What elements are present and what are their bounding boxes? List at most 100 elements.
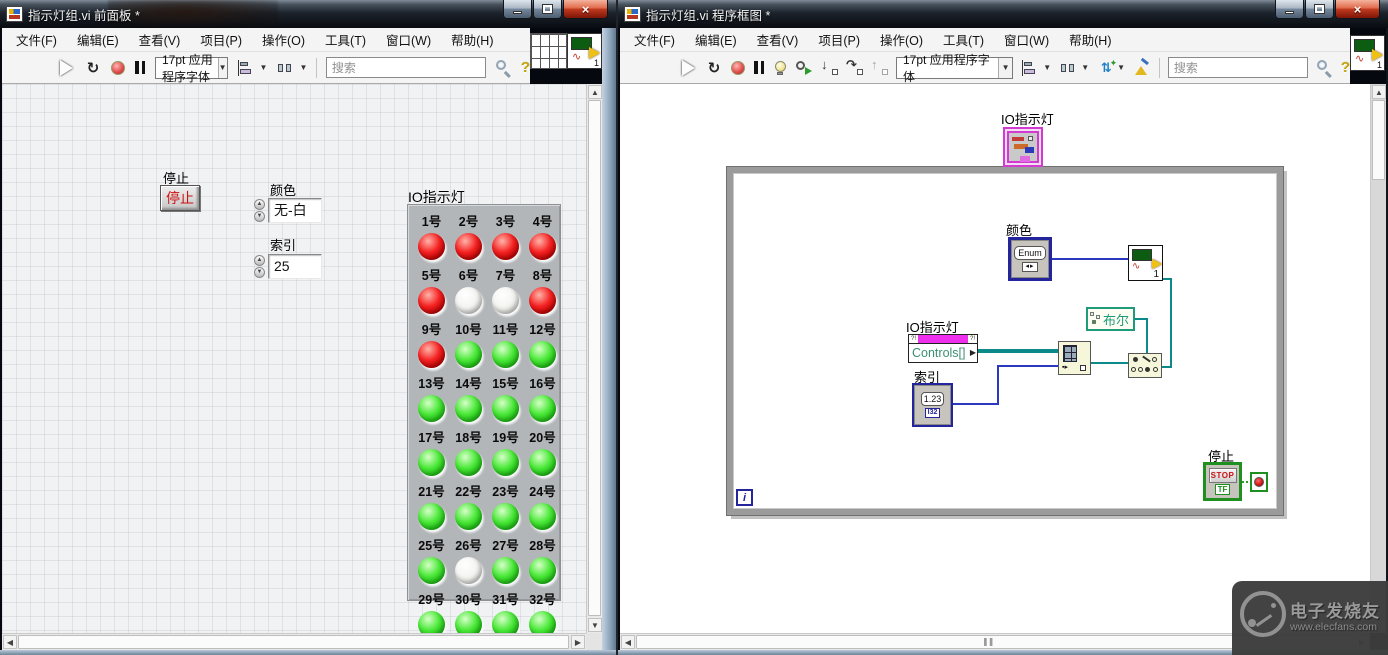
led-indicator-green[interactable]: [418, 503, 445, 530]
led-indicator-red[interactable]: [529, 233, 556, 260]
led-indicator-white[interactable]: [492, 287, 519, 314]
close-button[interactable]: ×: [563, 0, 608, 19]
menu-item-3[interactable]: 项目(P): [190, 28, 252, 51]
menu-item-0[interactable]: 文件(F): [6, 28, 67, 51]
block-diagram-canvas[interactable]: IO指示灯 颜色 Enum ◂▸ ∿ 1 IO指示灯 ?! ?! Control…: [620, 84, 1370, 633]
index-numeric-control[interactable]: ▲ ▼ 25: [254, 253, 322, 279]
iteration-terminal[interactable]: i: [736, 489, 753, 506]
run-button[interactable]: [680, 60, 697, 76]
led-indicator-red[interactable]: [455, 233, 482, 260]
horizontal-scrollbar[interactable]: ◀ ▶: [2, 633, 586, 650]
led-indicator-green[interactable]: [455, 341, 482, 368]
led-indicator-green[interactable]: [455, 611, 482, 633]
led-indicator-green[interactable]: [455, 449, 482, 476]
led-indicator-green[interactable]: [418, 557, 445, 584]
abort-button[interactable]: [731, 60, 745, 75]
maximize-button[interactable]: [533, 0, 562, 19]
index-numeric-terminal[interactable]: 1.23 I32: [912, 383, 953, 427]
decrement-icon[interactable]: ▼: [254, 210, 265, 222]
led-indicator-green[interactable]: [529, 557, 556, 584]
minimize-button[interactable]: [503, 0, 532, 19]
color-enum-control[interactable]: ▲ ▼ 无-白: [254, 197, 322, 223]
reorder-button[interactable]: ⇅ ✦: [1097, 58, 1117, 76]
highlight-execution-icon[interactable]: [773, 60, 787, 76]
retain-wire-values-icon[interactable]: [795, 60, 813, 76]
led-indicator-green[interactable]: [529, 503, 556, 530]
decrement-icon[interactable]: ▼: [254, 266, 265, 278]
search-input[interactable]: [325, 57, 486, 78]
increment-icon[interactable]: ▲: [254, 254, 265, 266]
while-loop[interactable]: [726, 166, 1284, 516]
led-indicator-green[interactable]: [529, 449, 556, 476]
led-indicator-green[interactable]: [492, 395, 519, 422]
to-more-specific-class-function[interactable]: [1128, 353, 1162, 378]
set-color-subvi[interactable]: ∿ 1: [1128, 245, 1163, 281]
block-diagram-titlebar[interactable]: 指示灯组.vi 程序框图 * ×: [618, 0, 1388, 28]
stop-boolean-terminal[interactable]: STOP TF: [1203, 462, 1242, 501]
menu-item-5[interactable]: 工具(T): [933, 28, 994, 51]
menu-item-6[interactable]: 窗口(W): [994, 28, 1059, 51]
enum-spinner[interactable]: ▲ ▼: [254, 197, 267, 223]
index-value[interactable]: 25: [268, 253, 322, 279]
scrollbar-thumb[interactable]: [1372, 100, 1385, 180]
led-indicator-green[interactable]: [529, 341, 556, 368]
vertical-scrollbar[interactable]: ▲ ▼: [586, 84, 602, 633]
step-into-button[interactable]: ↓: [821, 57, 838, 76]
loop-condition-terminal[interactable]: [1250, 472, 1268, 492]
led-indicator-green[interactable]: [455, 503, 482, 530]
vertical-scrollbar[interactable]: ▲: [1370, 84, 1386, 633]
run-continuously-button[interactable]: ↻: [705, 60, 723, 77]
menu-item-2[interactable]: 查看(V): [129, 28, 191, 51]
stop-button-control[interactable]: 停止: [160, 185, 200, 211]
menu-item-5[interactable]: 工具(T): [315, 28, 376, 51]
vi-icon[interactable]: ∿ 1: [567, 33, 602, 69]
led-indicator-green[interactable]: [455, 395, 482, 422]
boolean-class-constant[interactable]: 布尔: [1086, 307, 1135, 331]
front-panel-titlebar[interactable]: 指示灯组.vi 前面板 * ×: [0, 0, 616, 28]
led-indicator-red[interactable]: [492, 233, 519, 260]
color-enum-value[interactable]: 无-白: [268, 197, 322, 223]
led-indicator-green[interactable]: [418, 611, 445, 633]
color-enum-terminal[interactable]: Enum ◂▸: [1008, 237, 1052, 281]
led-indicator-red[interactable]: [529, 287, 556, 314]
menu-item-1[interactable]: 编辑(E): [685, 28, 747, 51]
align-objects-button[interactable]: [1021, 59, 1041, 77]
maximize-button[interactable]: [1305, 0, 1334, 19]
scroll-down-button[interactable]: ▼: [588, 618, 602, 632]
pause-button[interactable]: [134, 61, 146, 75]
led-indicator-white[interactable]: [455, 287, 482, 314]
led-indicator-green[interactable]: [492, 503, 519, 530]
scroll-left-button[interactable]: ◀: [621, 635, 635, 649]
scrollbar-thumb[interactable]: [588, 100, 601, 616]
distribute-objects-button[interactable]: [1059, 59, 1079, 77]
led-indicator-green[interactable]: [492, 611, 519, 633]
menu-item-2[interactable]: 查看(V): [747, 28, 809, 51]
close-button[interactable]: ×: [1335, 0, 1380, 19]
menu-item-3[interactable]: 项目(P): [808, 28, 870, 51]
vi-icon[interactable]: ∿ 1: [1350, 35, 1385, 71]
index-array-function[interactable]: ▪▸: [1058, 341, 1091, 375]
menu-item-7[interactable]: 帮助(H): [1059, 28, 1121, 51]
menu-item-4[interactable]: 操作(O): [252, 28, 315, 51]
numeric-spinner[interactable]: ▲ ▼: [254, 253, 267, 279]
scrollbar-thumb[interactable]: [18, 635, 569, 649]
scroll-up-button[interactable]: ▲: [588, 85, 602, 99]
search-input[interactable]: [1167, 57, 1308, 78]
clean-up-diagram-button[interactable]: [1133, 57, 1151, 76]
led-indicator-green[interactable]: [529, 611, 556, 633]
led-indicator-green[interactable]: [418, 395, 445, 422]
front-panel-canvas[interactable]: 停止 停止 颜色 ▲ ▼ 无-白 索引 ▲ ▼ 25 IO指示灯 1号 2号 3号 4号 5…: [2, 84, 586, 633]
led-indicator-green[interactable]: [492, 341, 519, 368]
align-objects-button[interactable]: [237, 59, 257, 77]
led-indicator-green[interactable]: [529, 395, 556, 422]
led-indicator-green[interactable]: [492, 557, 519, 584]
run-continuously-button[interactable]: ↻: [84, 60, 102, 77]
increment-icon[interactable]: ▲: [254, 198, 265, 210]
run-button[interactable]: [58, 60, 75, 76]
search-icon[interactable]: [1316, 59, 1333, 78]
menu-item-1[interactable]: 编辑(E): [67, 28, 129, 51]
font-selector[interactable]: 17pt 应用程序字体 ▼: [155, 53, 228, 84]
step-out-button[interactable]: ↑: [871, 57, 888, 76]
scroll-left-button[interactable]: ◀: [3, 635, 17, 649]
help-icon[interactable]: ?: [1341, 59, 1350, 76]
